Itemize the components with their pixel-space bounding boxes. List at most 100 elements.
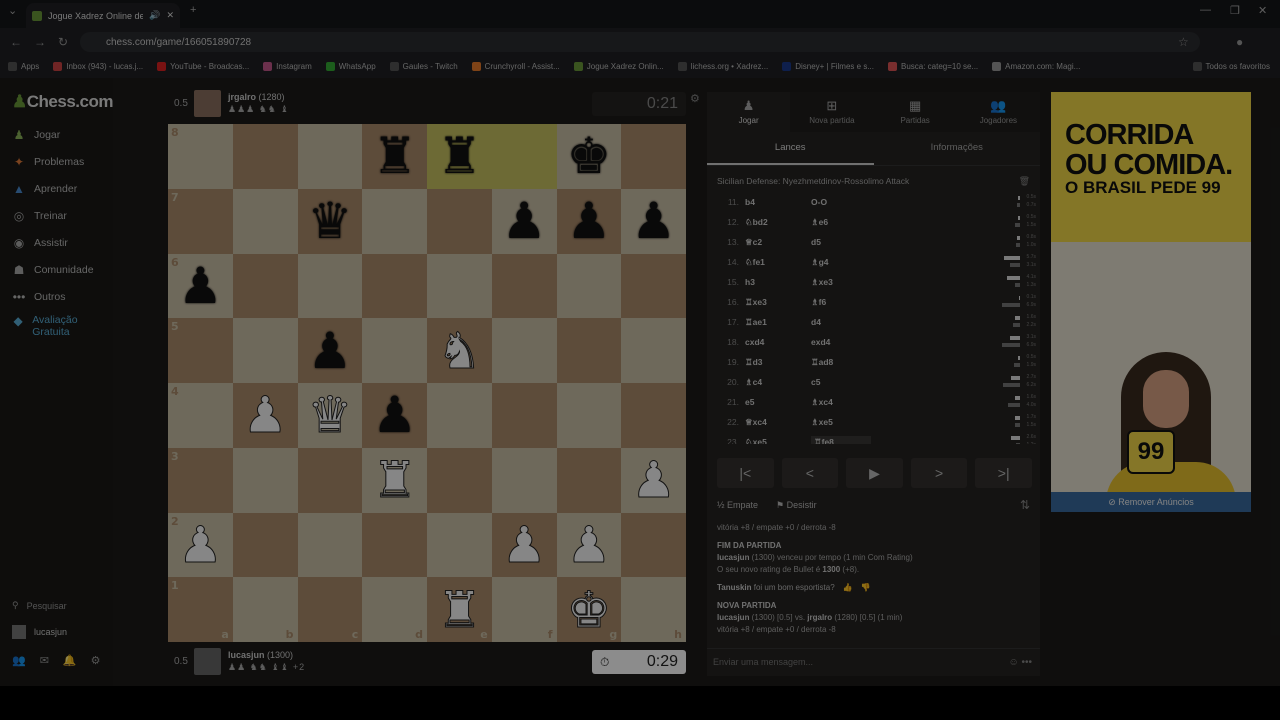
top-player-avatar[interactable]	[194, 90, 221, 117]
square-d6[interactable]	[362, 253, 427, 319]
square-h2[interactable]	[621, 512, 686, 578]
square-h6[interactable]	[621, 253, 686, 319]
previous-move-button[interactable]: <	[781, 458, 839, 488]
bell-icon[interactable]: 🔔	[63, 654, 77, 667]
square-c4[interactable]: ♛	[297, 383, 363, 448]
white-pawn-icon[interactable]: ♟	[566, 519, 612, 570]
square-f1[interactable]: f	[491, 577, 557, 642]
square-b1[interactable]: b	[232, 577, 298, 642]
square-h1[interactable]: h	[621, 577, 686, 642]
square-g1[interactable]: g ♚	[556, 577, 622, 642]
square-g3[interactable]	[556, 447, 622, 513]
square-c6[interactable]	[297, 253, 363, 319]
white-knight-icon[interactable]: ♞	[436, 325, 482, 376]
square-b6[interactable]	[232, 253, 298, 319]
mail-icon[interactable]: ✉	[40, 654, 49, 667]
minimize-icon[interactable]: —	[1200, 4, 1211, 16]
sidebar-item-jogar[interactable]: ♟ Jogar	[12, 128, 61, 142]
sidebar-item-outros[interactable]: ••• Outros	[12, 290, 66, 304]
bookmark-item[interactable]: Amazon.com: Magi...	[992, 61, 1080, 71]
square-f3[interactable]	[491, 447, 557, 513]
square-b2[interactable]	[232, 512, 298, 578]
square-h4[interactable]	[621, 383, 686, 448]
black-move[interactable]: ♖fe8	[811, 435, 871, 444]
square-b4[interactable]: ♟	[232, 383, 298, 448]
black-rook-icon[interactable]: ♜	[372, 131, 417, 181]
square-b5[interactable]	[232, 318, 298, 383]
white-move[interactable]: ♘fe1	[745, 257, 811, 268]
flip-board-icon[interactable]: ⇅	[1020, 498, 1030, 512]
square-a4[interactable]: 4	[168, 383, 233, 448]
square-e8[interactable]: ♜	[427, 124, 492, 189]
next-move-button[interactable]: >	[910, 458, 968, 488]
audio-icon[interactable]: 🔊	[149, 10, 160, 21]
top-player-name[interactable]: jrgalro (1280)	[228, 92, 285, 102]
black-move[interactable]: ♗xc4	[811, 397, 871, 408]
black-rook-icon[interactable]: ♜	[437, 131, 482, 181]
square-e1[interactable]: e ♜	[427, 577, 492, 642]
tab-jogar[interactable]: ♟ Jogar	[707, 92, 791, 132]
square-a5[interactable]: 5	[168, 318, 233, 383]
square-f4[interactable]	[491, 383, 557, 448]
square-f2[interactable]: ♟	[491, 512, 557, 578]
square-b8[interactable]	[232, 124, 298, 189]
square-h7[interactable]: ♟	[621, 188, 686, 254]
square-c2[interactable]	[297, 512, 363, 578]
bookmark-item[interactable]: Crunchyroll - Assist...	[471, 61, 560, 71]
close-window-icon[interactable]: ✕	[1258, 4, 1267, 17]
bookmark-item[interactable]: Instagram	[263, 61, 312, 71]
black-pawn-icon[interactable]: ♟	[631, 196, 676, 246]
black-move[interactable]: exd4	[811, 337, 871, 347]
square-a3[interactable]: 3	[168, 447, 233, 513]
bookmark-item[interactable]: Busca: categ=10 se...	[887, 61, 978, 71]
square-c5[interactable]: ♟	[297, 318, 363, 383]
bottom-player-avatar[interactable]	[194, 648, 221, 675]
white-move[interactable]: ♖d3	[745, 357, 811, 368]
bookmark-item[interactable]: YouTube - Broadcas...	[157, 61, 249, 71]
sidebar-search[interactable]: ⚲ Pesquisar	[12, 600, 67, 611]
square-e6[interactable]	[427, 253, 492, 319]
bookmark-item[interactable]: Disney+ | Filmes e s...	[782, 61, 874, 71]
resign-button[interactable]: ⚑ Desistir	[776, 500, 817, 511]
black-pawn-icon[interactable]: ♟	[502, 196, 547, 246]
black-pawn-icon[interactable]: ♟	[372, 390, 417, 440]
browser-tab[interactable]: Jogue Xadrez Online de GR... 🔊 ✕	[26, 3, 180, 28]
white-rook-icon[interactable]: ♜	[436, 584, 482, 635]
address-bar[interactable]: chess.com/game/166051890728	[80, 32, 1200, 52]
square-g8[interactable]: ♚	[556, 124, 622, 189]
square-d1[interactable]: d	[362, 577, 427, 642]
square-e3[interactable]	[427, 447, 492, 513]
white-pawn-icon[interactable]: ♟	[631, 455, 677, 506]
restore-icon[interactable]: ❐	[1230, 4, 1240, 17]
advertisement[interactable]: CORRIDA OU COMIDA. O BRASIL PEDE 99 99 ⊘ …	[1051, 92, 1251, 512]
tab-jogadores[interactable]: 👥 Jogadores	[957, 92, 1040, 132]
white-pawn-icon[interactable]: ♟	[501, 519, 547, 570]
black-move[interactable]: d4	[811, 317, 871, 327]
square-d2[interactable]	[362, 512, 427, 578]
white-move[interactable]: ♕c2	[745, 237, 811, 248]
board-settings-icon[interactable]: ⚙	[690, 92, 700, 105]
black-move[interactable]: c5	[811, 377, 871, 387]
square-d3[interactable]: ♜	[362, 447, 427, 513]
black-pawn-icon[interactable]: ♟	[566, 196, 611, 246]
square-c3[interactable]	[297, 447, 363, 513]
square-f8[interactable]	[491, 124, 557, 189]
black-move[interactable]: d5	[811, 237, 871, 247]
square-g2[interactable]: ♟	[556, 512, 622, 578]
white-pawn-icon[interactable]: ♟	[177, 519, 223, 570]
white-move[interactable]: ♘bd2	[745, 217, 811, 228]
emoji-icon[interactable]: ☺	[1008, 657, 1018, 668]
black-move[interactable]: O-O	[811, 197, 871, 207]
square-d7[interactable]	[362, 188, 427, 254]
friends-icon[interactable]: 👥	[12, 654, 26, 667]
chess-logo[interactable]: ♟Chess.com	[12, 92, 113, 112]
white-move[interactable]: ♖xe3	[745, 297, 811, 308]
bookmark-item[interactable]: Jogue Xadrez Onlin...	[573, 61, 664, 71]
trash-icon[interactable]: 🗑	[1019, 176, 1030, 187]
square-g5[interactable]	[556, 318, 622, 383]
white-pawn-icon[interactable]: ♟	[242, 390, 288, 441]
square-g6[interactable]	[556, 253, 622, 319]
square-g4[interactable]	[556, 383, 622, 448]
reload-icon[interactable]: ↻	[58, 35, 68, 49]
chess-board[interactable]: 8 ♜ ♜ ♚ 7 ♛ ♟ ♟ ♟ 6 ♟ 5 ♟ ♞ 4 ♟ ♛ ♟ 3 ♜ ♟ 2 ♟ ♟ ♟ 1 a b c d e ♜ f g ♚ h	[168, 124, 686, 642]
